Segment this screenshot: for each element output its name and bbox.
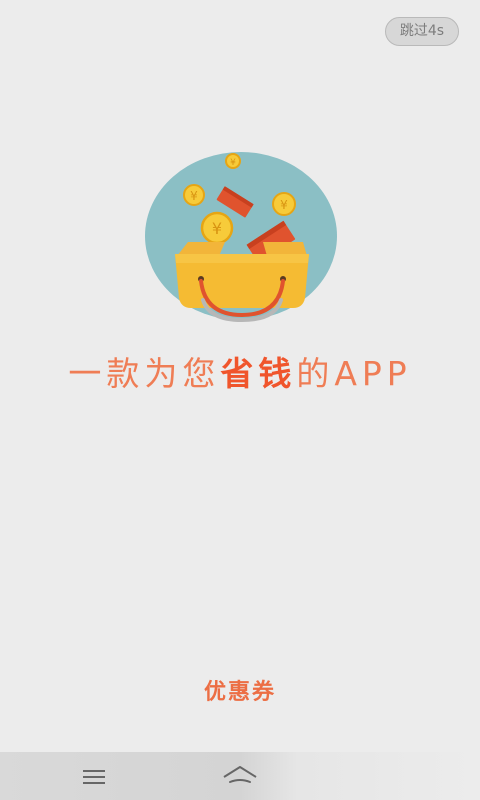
home-button[interactable]: [220, 762, 260, 792]
skip-button[interactable]: 跳过4s: [385, 17, 459, 46]
home-icon: [223, 766, 257, 783]
tagline-prefix: 一款为您: [68, 354, 221, 393]
coin-icon: ¥: [272, 192, 296, 216]
svg-text:¥: ¥: [212, 219, 222, 238]
menu-button[interactable]: [74, 762, 114, 792]
svg-text:¥: ¥: [230, 158, 236, 168]
svg-text:¥: ¥: [190, 189, 198, 203]
coin-icon: ¥: [225, 153, 241, 169]
coupon-label: 优惠券: [203, 680, 276, 705]
bag-flap: [263, 242, 307, 256]
shopping-bag-illustration: ¥ ¥ ¥ ¥: [145, 152, 337, 323]
menu-icon: [83, 770, 105, 784]
coin-icon: ¥: [183, 184, 205, 206]
tagline: 一款为您省钱的APP: [0, 350, 480, 398]
tagline-highlight: 省钱: [220, 354, 297, 393]
svg-text:¥: ¥: [280, 198, 288, 212]
tagline-suffix: 的APP: [296, 354, 412, 393]
system-navigation-bar: [0, 752, 480, 800]
coin-icon: ¥: [200, 211, 234, 245]
